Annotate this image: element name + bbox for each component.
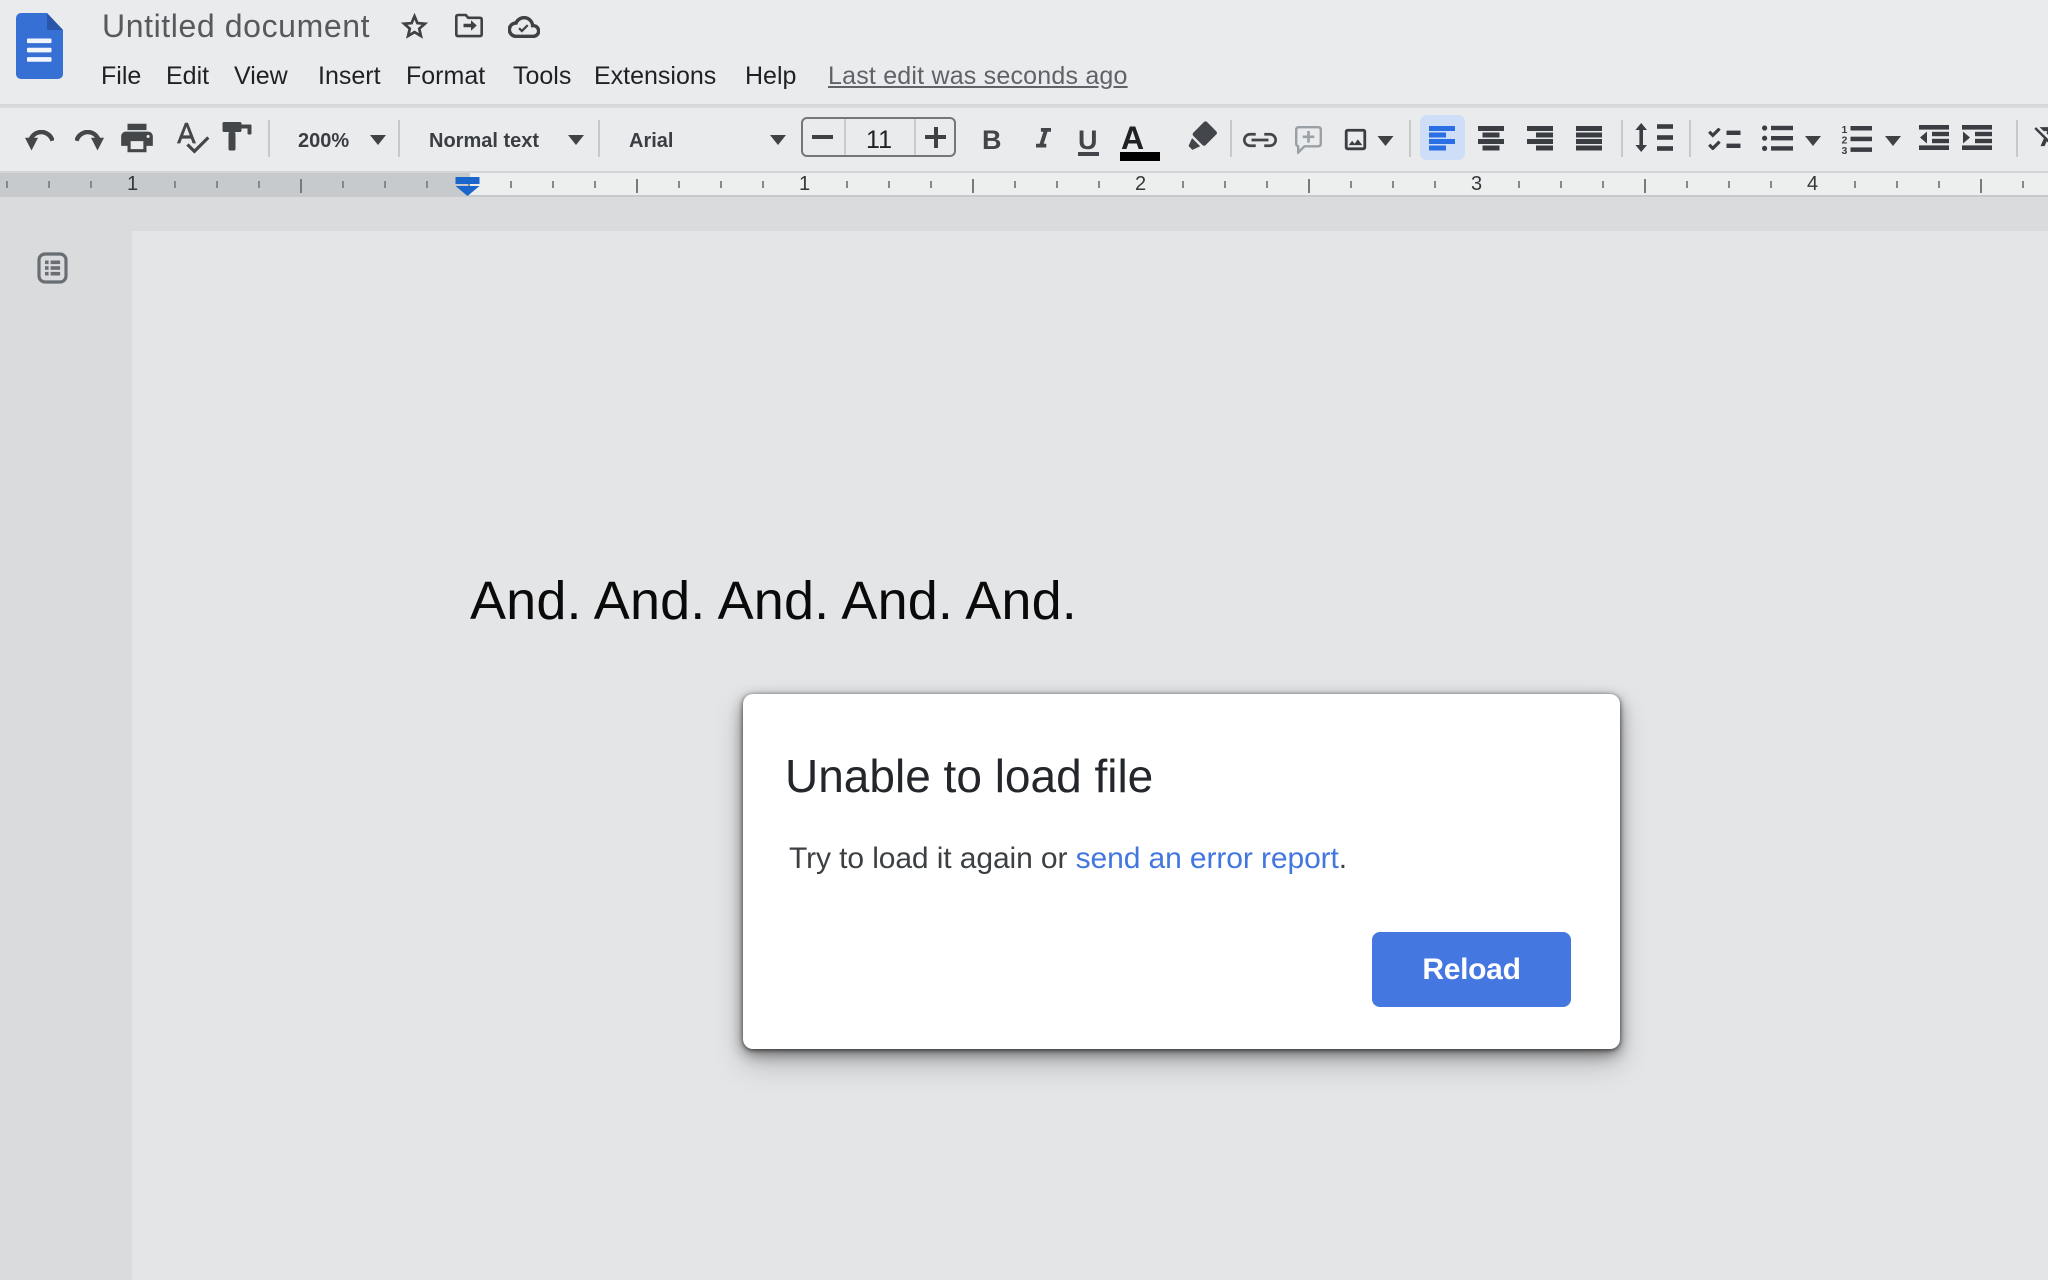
svg-text:3: 3 <box>1842 145 1848 154</box>
